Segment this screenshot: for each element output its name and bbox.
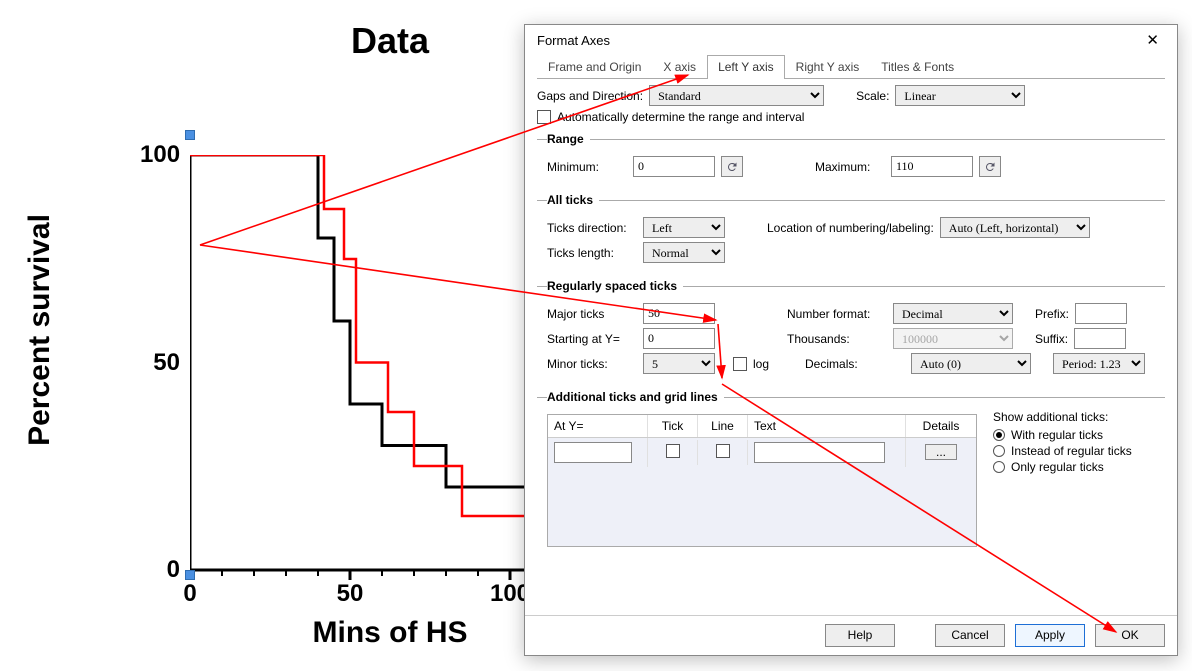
- gaps-label: Gaps and Direction:: [537, 89, 643, 103]
- tick-text-input[interactable]: [754, 442, 885, 463]
- line-checkbox[interactable]: [716, 444, 730, 458]
- radio-instead-regular[interactable]: Instead of regular ticks: [993, 444, 1132, 458]
- regular-ticks-legend: Regularly spaced ticks: [547, 279, 683, 293]
- help-button[interactable]: Help: [825, 624, 895, 647]
- radio-with-regular[interactable]: With regular ticks: [993, 428, 1132, 442]
- range-group: Range Minimum: Maximum:: [537, 132, 1165, 185]
- period-select[interactable]: Period: 1.23: [1053, 353, 1145, 374]
- decimals-select[interactable]: Auto (0): [911, 353, 1031, 374]
- apply-button[interactable]: Apply: [1015, 624, 1085, 647]
- format-axes-dialog: Format Axes ✕ Frame and Origin X axis Le…: [524, 24, 1178, 656]
- scale-label: Scale:: [856, 89, 889, 103]
- number-format-label: Number format:: [787, 307, 887, 321]
- all-ticks-group: All ticks Ticks direction: Left Location…: [537, 193, 1165, 271]
- col-line: Line: [698, 415, 748, 437]
- thousands-label: Thousands:: [787, 332, 887, 346]
- max-label: Maximum:: [815, 160, 885, 174]
- all-ticks-legend: All ticks: [547, 193, 599, 207]
- y-tick-100: 100: [140, 141, 180, 169]
- tabbar: Frame and Origin X axis Left Y axis Righ…: [537, 54, 1165, 79]
- minor-ticks-select[interactable]: 5: [643, 353, 715, 374]
- log-checkbox[interactable]: [733, 357, 747, 371]
- y-tick-50: 50: [140, 349, 180, 377]
- starting-at-input[interactable]: [643, 328, 715, 349]
- loc-label: Location of numbering/labeling:: [767, 221, 934, 235]
- col-details: Details: [906, 415, 976, 437]
- thousands-select: 100000: [893, 328, 1013, 349]
- details-button[interactable]: ...: [925, 444, 957, 460]
- regular-ticks-group: Regularly spaced ticks Major ticks Numbe…: [537, 279, 1165, 382]
- close-icon[interactable]: ✕: [1140, 33, 1165, 48]
- suffix-label: Suffix:: [1035, 332, 1068, 346]
- cancel-button[interactable]: Cancel: [935, 624, 1005, 647]
- ticks-len-label: Ticks length:: [547, 246, 637, 260]
- y-axis-label: Percent survival: [23, 214, 57, 446]
- major-ticks-label: Major ticks: [547, 307, 637, 321]
- show-additional-label: Show additional ticks:: [993, 410, 1132, 424]
- auto-range-checkbox[interactable]: [537, 110, 551, 124]
- x-tick-0: 0: [165, 580, 215, 608]
- x-tick-50: 50: [325, 580, 375, 608]
- gaps-direction-select[interactable]: Standard: [649, 85, 824, 106]
- min-input[interactable]: [633, 156, 715, 177]
- axis-handle-bottom[interactable]: [185, 570, 195, 580]
- additional-ticks-legend: Additional ticks and grid lines: [547, 390, 724, 404]
- additional-ticks-group: Additional ticks and grid lines At Y= Ti…: [537, 390, 1165, 551]
- table-row: ...: [548, 438, 976, 466]
- additional-ticks-table: At Y= Tick Line Text Details ...: [547, 414, 977, 547]
- starting-at-label: Starting at Y=: [547, 332, 637, 346]
- suffix-input[interactable]: [1074, 328, 1126, 349]
- prefix-input[interactable]: [1075, 303, 1127, 324]
- decimals-label: Decimals:: [805, 357, 905, 371]
- range-legend: Range: [547, 132, 590, 146]
- tab-x-axis[interactable]: X axis: [652, 55, 707, 79]
- col-tick: Tick: [648, 415, 698, 437]
- log-label: log: [753, 357, 769, 371]
- axis-handle-top[interactable]: [185, 130, 195, 140]
- tab-frame-origin[interactable]: Frame and Origin: [537, 55, 652, 79]
- min-reset-icon[interactable]: [721, 156, 743, 177]
- major-ticks-input[interactable]: [643, 303, 715, 324]
- min-label: Minimum:: [547, 160, 627, 174]
- tab-titles-fonts[interactable]: Titles & Fonts: [870, 55, 965, 79]
- radio-only-regular[interactable]: Only regular ticks: [993, 460, 1132, 474]
- tick-checkbox[interactable]: [666, 444, 680, 458]
- number-format-select[interactable]: Decimal: [893, 303, 1013, 324]
- numbering-location-select[interactable]: Auto (Left, horizontal): [940, 217, 1090, 238]
- series-black: [190, 155, 542, 487]
- tab-right-y-axis[interactable]: Right Y axis: [785, 55, 871, 79]
- series-red: [190, 155, 542, 516]
- prefix-label: Prefix:: [1035, 307, 1069, 321]
- auto-range-label: Automatically determine the range and in…: [557, 110, 804, 124]
- col-at-y: At Y=: [548, 415, 648, 437]
- minor-ticks-label: Minor ticks:: [547, 357, 637, 371]
- at-y-input[interactable]: [554, 442, 632, 463]
- ok-button[interactable]: OK: [1095, 624, 1165, 647]
- tab-left-y-axis[interactable]: Left Y axis: [707, 55, 785, 79]
- ticks-direction-select[interactable]: Left: [643, 217, 725, 238]
- max-input[interactable]: [891, 156, 973, 177]
- ticks-dir-label: Ticks direction:: [547, 221, 637, 235]
- dialog-title: Format Axes: [537, 33, 610, 48]
- col-text: Text: [748, 415, 906, 437]
- max-reset-icon[interactable]: [979, 156, 1001, 177]
- scale-select[interactable]: Linear: [895, 85, 1025, 106]
- ticks-length-select[interactable]: Normal: [643, 242, 725, 263]
